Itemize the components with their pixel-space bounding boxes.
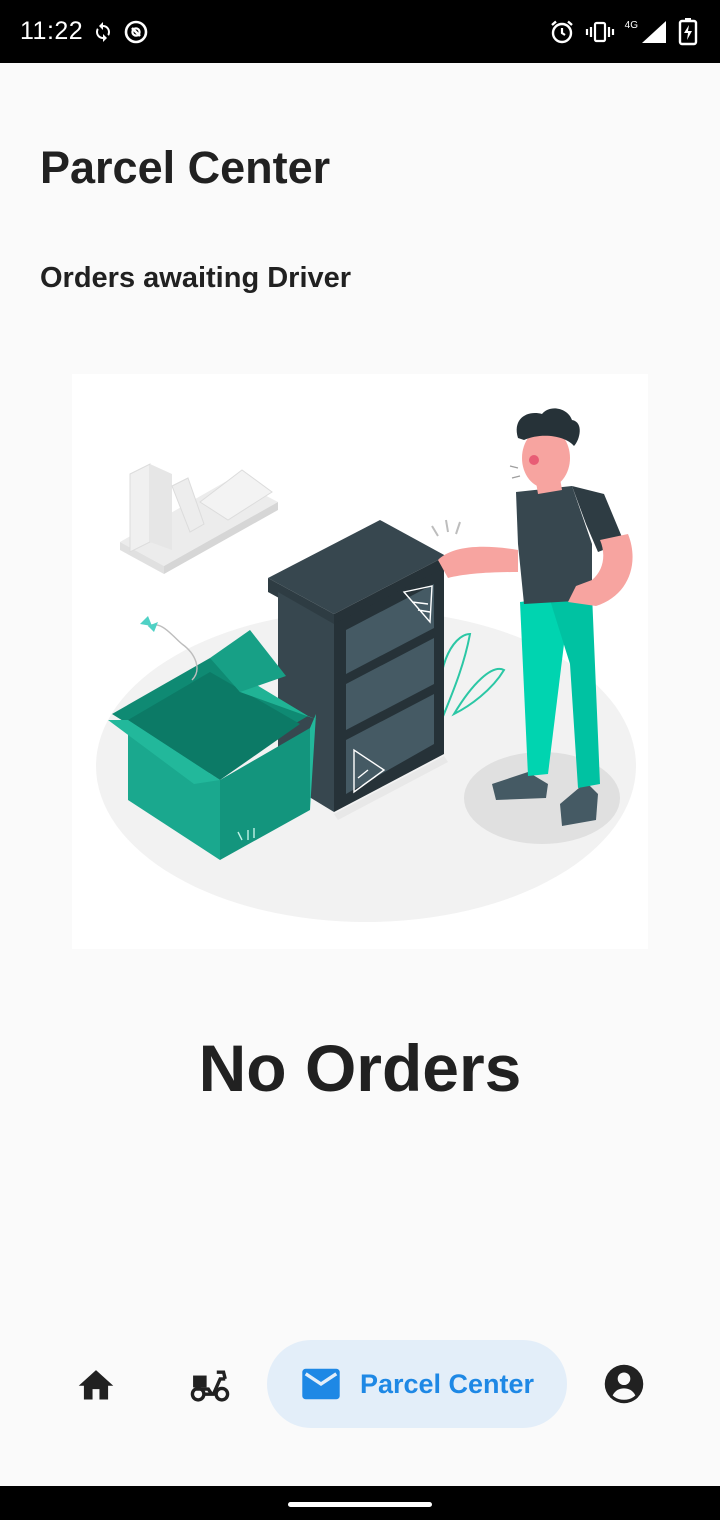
vibrate-icon (585, 21, 614, 42)
nav-label-parcel-center: Parcel Center (359, 1368, 535, 1399)
nav-item-profile[interactable] (584, 1340, 664, 1428)
nav-item-parcel-center[interactable]: Parcel Center (267, 1340, 567, 1428)
do-not-disturb-icon (124, 20, 148, 43)
system-navigation-bar (0, 1486, 720, 1520)
status-bar: 11:22 4G (0, 0, 720, 63)
scooter-icon (190, 1370, 230, 1402)
status-left: 11:22 (20, 17, 149, 46)
status-right: 4G (549, 17, 698, 46)
mail-icon (302, 1368, 340, 1400)
status-time: 11:22 (20, 17, 84, 45)
home-gesture-handle[interactable] (288, 1502, 432, 1507)
illustration-svg (96, 408, 636, 922)
bottom-navigation: Parcel Center (0, 1332, 720, 1436)
nav-item-delivery[interactable] (170, 1340, 250, 1428)
home-icon (78, 1370, 114, 1400)
page-title: Parcel Center (40, 142, 331, 193)
battery-charging-icon (678, 17, 698, 45)
no-orders-message: No Orders (198, 1031, 522, 1105)
signal-icon (642, 20, 666, 43)
section-title: Orders awaiting Driver (40, 262, 352, 294)
network-type: 4G (624, 20, 638, 31)
empty-state-illustration (72, 374, 648, 949)
alarm-icon (550, 20, 573, 43)
account-circle-icon (604, 1364, 644, 1404)
nav-item-home[interactable] (56, 1340, 136, 1428)
sync-icon (96, 21, 111, 42)
